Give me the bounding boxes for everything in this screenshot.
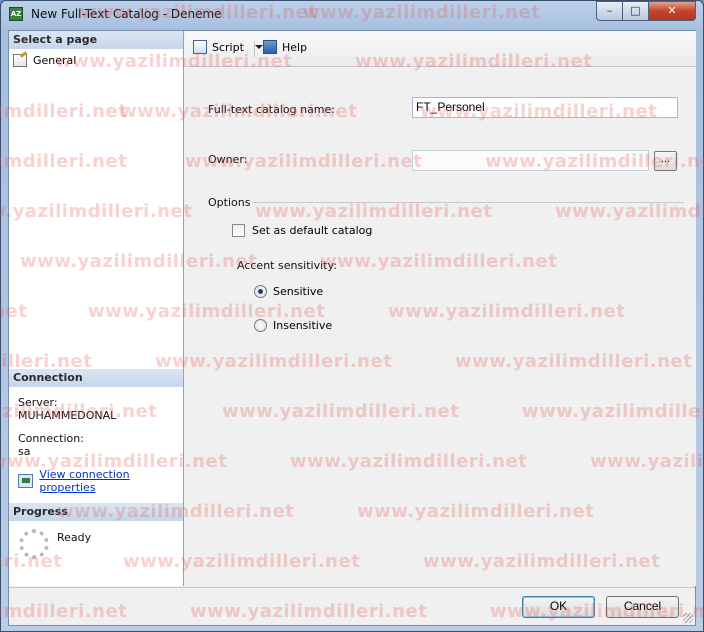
default-catalog-label: Set as default catalog [252, 224, 373, 237]
minimize-button[interactable]: – [596, 1, 623, 21]
ok-button[interactable]: OK [522, 596, 595, 618]
connection-header: Connection [9, 369, 183, 387]
connection-value: sa [18, 445, 31, 458]
default-catalog-checkbox[interactable] [232, 224, 245, 237]
owner-label: Owner: [208, 153, 248, 166]
connection-label: Connection: [18, 432, 84, 445]
progress-spinner-icon [19, 529, 49, 559]
owner-browse-button[interactable]: ... [654, 151, 677, 171]
dialog-button-bar: OK Cancel [9, 587, 695, 625]
toolbar-separator [254, 41, 255, 57]
dialog-window: AZ New Full-Text Catalog - Deneme – □ ✕ … [0, 0, 704, 632]
progress-status: Ready [57, 531, 92, 544]
catalog-name-label: Full-text catalog name: [208, 103, 335, 116]
right-pane: Script Help Full-text catalog name: FT_P… [185, 31, 696, 586]
script-icon [193, 40, 207, 54]
left-pane: Select a page General Connection Server:… [9, 31, 184, 586]
app-icon: AZ [9, 7, 23, 21]
server-value: MUHAMMEDONAL [18, 409, 117, 422]
window-title: New Full-Text Catalog - Deneme [31, 7, 222, 21]
help-label: Help [282, 40, 308, 54]
connection-properties-icon [18, 474, 34, 488]
cancel-button[interactable]: Cancel [606, 596, 679, 618]
page-item-general[interactable]: General [13, 52, 76, 68]
select-page-header: Select a page [9, 31, 183, 49]
page-item-label: General [33, 53, 77, 67]
dialog-client-area: Select a page General Connection Server:… [8, 30, 696, 626]
script-label: Script [212, 40, 244, 54]
title-bar[interactable]: AZ New Full-Text Catalog - Deneme – □ ✕ [1, 1, 703, 29]
maximize-button[interactable]: □ [622, 1, 649, 21]
page-properties-icon [13, 53, 27, 67]
help-icon [263, 40, 277, 54]
sensitive-option[interactable]: Sensitive [254, 285, 323, 298]
resize-grip-icon[interactable] [683, 613, 693, 623]
sensitive-radio[interactable] [254, 285, 267, 298]
toolbar: Script Help [185, 31, 696, 67]
options-label: Options [208, 196, 251, 209]
insensitive-option[interactable]: Insensitive [254, 319, 332, 332]
help-button[interactable]: Help [263, 40, 307, 54]
chevron-down-icon[interactable] [254, 45, 263, 49]
owner-input[interactable] [412, 150, 649, 171]
default-catalog-option[interactable]: Set as default catalog [232, 224, 372, 237]
sensitive-label: Sensitive [273, 285, 324, 298]
close-button[interactable]: ✕ [648, 1, 696, 21]
insensitive-label: Insensitive [273, 319, 333, 332]
view-connection-properties[interactable]: View connection properties [18, 468, 183, 494]
catalog-name-input[interactable]: FT_Personel [412, 97, 678, 118]
script-button[interactable]: Script [193, 40, 263, 54]
options-divider [253, 202, 684, 203]
server-label: Server: [18, 396, 58, 409]
view-connection-link[interactable]: View connection properties [39, 468, 183, 494]
insensitive-radio[interactable] [254, 319, 267, 332]
progress-header: Progress [9, 503, 183, 521]
accent-sensitivity-label: Accent sensitivity: [237, 259, 337, 272]
